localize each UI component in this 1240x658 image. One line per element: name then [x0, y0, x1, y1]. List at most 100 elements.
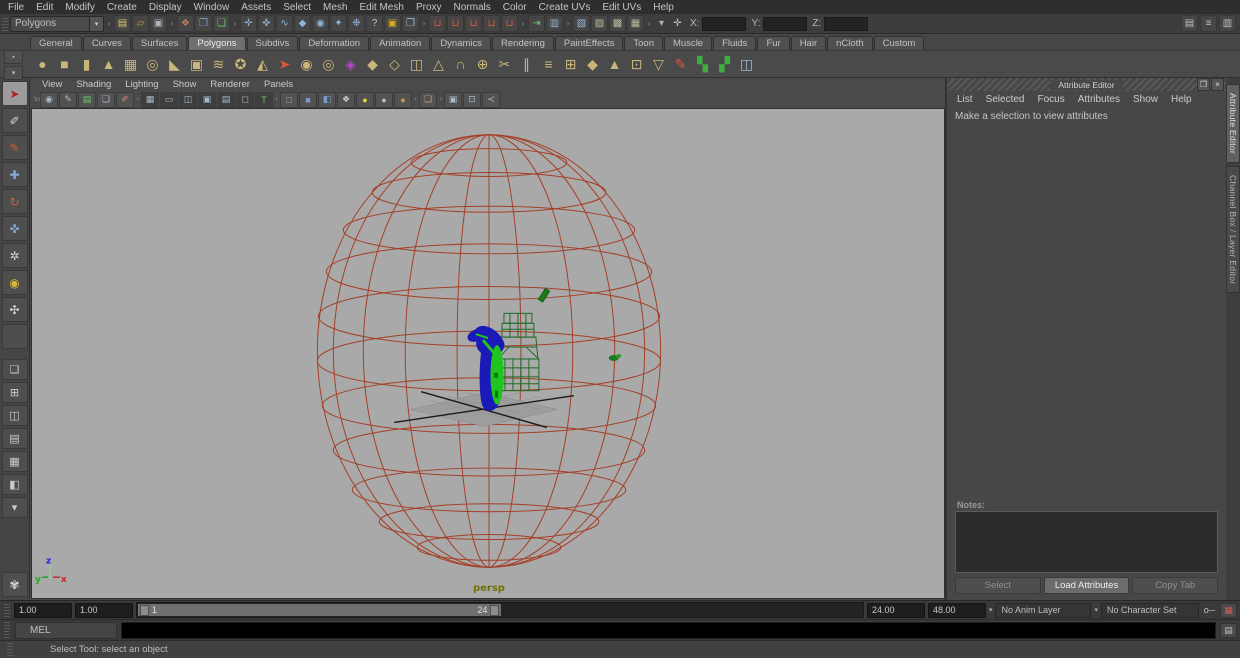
menu-proxy[interactable]: Proxy [410, 0, 448, 14]
poly-soccer-ball-icon[interactable]: ✪ [230, 54, 251, 75]
mask-misc-icon[interactable]: ? [366, 15, 383, 32]
close-panel-icon[interactable]: × [1211, 78, 1224, 91]
viewport-canvas[interactable]: z y x persp [31, 108, 945, 599]
load-attributes-button[interactable]: Load Attributes [1043, 577, 1130, 594]
film-gate-icon[interactable]: ▭ [160, 91, 178, 108]
wireframe-on-shaded-icon[interactable]: ⊡ [463, 91, 481, 108]
animation-preferences-icon[interactable]: ▦ [1220, 602, 1237, 618]
range-grip[interactable] [4, 603, 10, 617]
tab-general[interactable]: General [30, 36, 82, 50]
group-collapse-arrow[interactable]: › [168, 19, 176, 28]
tab-surfaces[interactable]: Surfaces [131, 36, 188, 50]
extrude-icon[interactable]: △ [428, 54, 449, 75]
group-collapse-arrow[interactable]: › [519, 19, 527, 28]
character-set-select[interactable]: No Character Set [1101, 602, 1199, 618]
connections-icon[interactable]: ≺ [482, 91, 500, 108]
menu-create[interactable]: Create [101, 0, 143, 14]
offset-edge-loop-icon[interactable]: ≡ [538, 54, 559, 75]
side-tab-channel-box[interactable]: Channel Box / Layer Editor [1226, 166, 1240, 294]
camera-attributes-icon[interactable]: ✎ [59, 91, 77, 108]
ae-menu-attributes[interactable]: Attributes [1078, 94, 1120, 105]
menu-color[interactable]: Color [497, 0, 533, 14]
menu-mesh[interactable]: Mesh [317, 0, 353, 14]
toggle-attribute-editor-icon[interactable]: ▤ [1181, 15, 1198, 32]
tab-polygons[interactable]: Polygons [188, 36, 246, 50]
render-current-frame-icon[interactable]: ▨ [591, 15, 608, 32]
field-chart-icon[interactable]: ▤ [217, 91, 235, 108]
curve-arrow-icon[interactable]: ➤ [274, 54, 295, 75]
tab-subdivs[interactable]: Subdivs [246, 36, 299, 50]
universal-manipulator-tool[interactable]: ✲ [1, 243, 28, 268]
save-scene-icon[interactable]: ▣ [150, 15, 167, 32]
menu-help[interactable]: Help [647, 0, 680, 14]
tab-dynamics[interactable]: Dynamics [431, 36, 492, 50]
panel-menu-show[interactable]: Show [167, 79, 203, 90]
range-end-handle[interactable] [490, 604, 500, 616]
mask-rendering-icon[interactable]: ❉ [348, 15, 365, 32]
tab-rendering[interactable]: Rendering [492, 36, 554, 50]
poly-cylinder-icon[interactable]: ▮ [76, 54, 97, 75]
grid-icon[interactable]: ▦ [141, 91, 159, 108]
playback-end-field[interactable]: 24.00 [866, 602, 925, 618]
z-field[interactable] [824, 16, 869, 31]
render-settings-icon[interactable]: ▦ [627, 15, 644, 32]
group-collapse-arrow[interactable]: › [564, 19, 572, 28]
last-tool[interactable] [1, 324, 28, 349]
split-polygon-icon[interactable]: ✂ [494, 54, 515, 75]
ae-menu-list[interactable]: List [957, 94, 973, 105]
soft-modification-tool[interactable]: ◉ [1, 270, 28, 295]
menu-window[interactable]: Window [188, 0, 236, 14]
range-slider-bar[interactable]: 1 24 [138, 604, 502, 616]
script-editor-icon[interactable]: ▤ [1220, 622, 1237, 638]
layout-persp-outliner[interactable]: ◫ [1, 405, 28, 426]
shade-textured-icon[interactable]: ◧ [318, 91, 336, 108]
uv-texture-editor-icon[interactable]: ◫ [736, 54, 757, 75]
tab-deformation[interactable]: Deformation [299, 36, 370, 50]
shelf-menu-icon[interactable]: ▪ [4, 50, 23, 64]
snap-grid-icon[interactable]: ⊔ [429, 15, 446, 32]
show-manipulator-tool[interactable]: ✣ [1, 297, 28, 322]
render-view-icon[interactable]: ▧ [573, 15, 590, 32]
highlight-selection-icon[interactable]: ❒ [402, 15, 419, 32]
make-live-icon[interactable]: ⊔ [501, 15, 518, 32]
mask-handles-icon[interactable]: ✛ [240, 15, 257, 32]
select-camera-icon[interactable]: ◉ [40, 91, 58, 108]
poly-cone-icon[interactable]: ▲ [98, 54, 119, 75]
merge-icon[interactable]: ⊕ [472, 54, 493, 75]
snap-view-plane-icon[interactable]: ⊔ [483, 15, 500, 32]
construction-history-icon[interactable]: ⇥ [528, 15, 545, 32]
group-collapse-arrow[interactable]: › [420, 19, 428, 28]
select-component-icon[interactable]: ❑ [213, 15, 230, 32]
layout-menu-arrow[interactable]: ▾ [1, 497, 28, 518]
open-scene-icon[interactable]: ▱ [132, 15, 149, 32]
insert-edge-loop-icon[interactable]: ∥ [516, 54, 537, 75]
command-input[interactable] [121, 621, 1216, 639]
bridge-icon[interactable]: ∩ [450, 54, 471, 75]
input-selector-arrow-icon[interactable]: ▾ [654, 16, 669, 31]
panel-menu-lighting[interactable]: Lighting [119, 79, 164, 90]
new-scene-icon[interactable]: ▤ [114, 15, 131, 32]
gate-mask-icon[interactable]: ▣ [198, 91, 216, 108]
grease-pencil-icon[interactable]: ✐ [116, 91, 134, 108]
range-start-handle[interactable] [140, 604, 149, 616]
menu-create-uvs[interactable]: Create UVs [533, 0, 597, 14]
quadrangulate-icon[interactable]: ⊡ [626, 54, 647, 75]
bookmarks-icon[interactable]: ▤ [78, 91, 96, 108]
tab-painteffects[interactable]: PaintEffects [554, 36, 624, 50]
menu-edit-mesh[interactable]: Edit Mesh [353, 0, 409, 14]
status-grip[interactable] [2, 16, 8, 31]
sculpt-icon[interactable]: ✎ [670, 54, 691, 75]
poly-prism-icon[interactable]: ◣ [164, 54, 185, 75]
animation-start-field[interactable]: 1.00 [14, 602, 72, 618]
group-collapse-arrow[interactable]: › [105, 19, 113, 28]
isolate-select-icon[interactable]: ❑ [419, 91, 437, 108]
menu-assets[interactable]: Assets [235, 0, 277, 14]
poly-pipe-icon[interactable]: ▣ [186, 54, 207, 75]
select-button[interactable]: Select [955, 577, 1041, 594]
scale-tool[interactable]: ✜ [1, 216, 28, 241]
tab-toon[interactable]: Toon [624, 36, 663, 50]
lasso-tool[interactable]: ✐ [1, 108, 28, 133]
tab-hair[interactable]: Hair [790, 36, 827, 50]
mask-surfaces-icon[interactable]: ◆ [294, 15, 311, 32]
absolute-transform-icon[interactable]: ✛ [670, 16, 685, 31]
